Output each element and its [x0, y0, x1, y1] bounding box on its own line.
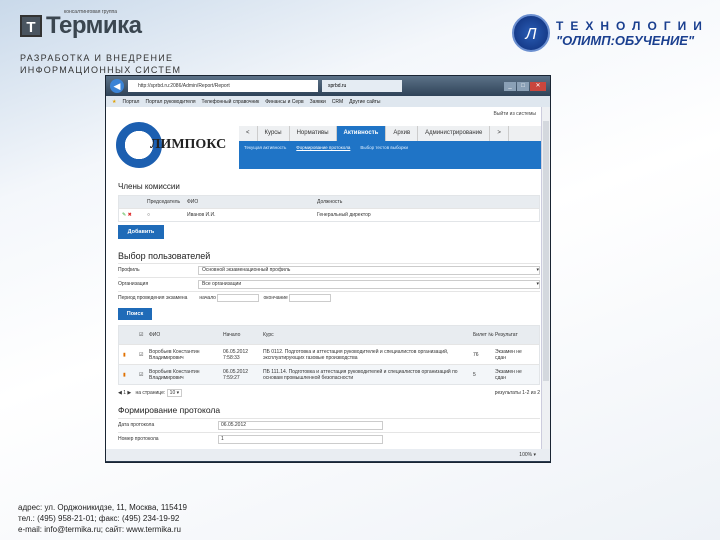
- scrollbar[interactable]: [541, 107, 550, 449]
- row-checkbox[interactable]: ☑: [139, 352, 149, 358]
- protocol-date-input[interactable]: 06.05.2012: [218, 420, 383, 430]
- pager-prev[interactable]: ◀: [118, 390, 122, 396]
- profile-select[interactable]: Основной экзаменационный профиль ▾: [198, 265, 540, 275]
- nav-next[interactable]: >: [490, 126, 509, 141]
- period-end-input[interactable]: [289, 294, 332, 302]
- table-row: ✎ ✖ ○ Иванов И.И. Генеральный директор: [119, 208, 539, 221]
- status-bar: 100% ▾: [106, 449, 550, 461]
- fav-link[interactable]: Телефонный справочник: [202, 99, 260, 105]
- tagline: РАЗРАБОТКА И ВНЕДРЕНИЕ ИНФОРМАЦИОННЫХ СИС…: [20, 53, 182, 75]
- commission-table: Председатель ФИО Должность ✎ ✖ ○ Иванов И.…: [118, 195, 540, 222]
- pager-next[interactable]: ▶: [127, 390, 131, 396]
- subnav-tests[interactable]: Выбор тестов выборки: [360, 145, 408, 165]
- protocol-title: Формирование протокола: [118, 405, 221, 415]
- logout-link[interactable]: Выйти из системы: [493, 111, 536, 117]
- back-button[interactable]: ◀: [110, 79, 124, 93]
- termika-logo: Т Термика консалтинговая группа: [20, 9, 142, 40]
- add-button[interactable]: Добавить: [118, 225, 164, 239]
- fav-link[interactable]: Финансы и Серв: [265, 99, 303, 105]
- delete-icon[interactable]: ✖: [128, 212, 132, 218]
- main-nav: < Курсы Нормативы Активность Архив Админ…: [239, 126, 541, 141]
- chart-icon[interactable]: ▮: [119, 352, 139, 358]
- table-row: ▮ ☑ Воробьев Константин Владимирович 06.05.…: [119, 364, 539, 384]
- favorites-bar: ★ Портал Портал руководителя Телефонный …: [106, 96, 550, 107]
- olimpox-logo: ЛИМПОКС: [116, 122, 226, 168]
- contact-footer: адрес: ул. Орджоникидзе, 11, Москва, 115…: [18, 503, 187, 534]
- select-all-checkbox[interactable]: ☑: [139, 332, 149, 338]
- chairman-radio[interactable]: ○: [147, 212, 187, 218]
- close-button[interactable]: ✕: [530, 81, 546, 91]
- organization-select[interactable]: Все организации ▾: [198, 279, 540, 289]
- tab-archive[interactable]: Архив: [386, 126, 419, 141]
- browser-window: ◀ http://sprbd.ru:2086/Admin/Report/Repo…: [105, 75, 551, 463]
- address-bar[interactable]: http://sprbd.ru:2086/Admin/Report/Report: [128, 80, 318, 92]
- tab-admin[interactable]: Администрирование: [418, 126, 491, 141]
- chart-icon[interactable]: ▮: [119, 372, 139, 378]
- pager-page[interactable]: 1: [123, 390, 126, 396]
- row-checkbox[interactable]: ☑: [139, 372, 149, 378]
- subnav-protocol[interactable]: Формирование протокола: [296, 145, 350, 165]
- favorites-star-icon[interactable]: ★: [112, 99, 116, 105]
- users-title: Выбор пользователей: [118, 251, 211, 261]
- per-page-select[interactable]: 10 ▾: [166, 388, 183, 397]
- page-content: Выйти из системы ЛИМПОКС < Курсы Нормати…: [106, 107, 550, 449]
- table-row: ▮ ☑ Воробьев Константин Владимирович 06.05.…: [119, 344, 539, 364]
- zoom-level[interactable]: 100%: [519, 452, 532, 458]
- search-button[interactable]: Поиск: [118, 308, 152, 320]
- sub-nav: Текущая активность Формирование протокол…: [239, 141, 541, 169]
- fav-link[interactable]: Заявки: [310, 99, 326, 105]
- browser-titlebar: ◀ http://sprbd.ru:2086/Admin/Report/Repo…: [106, 76, 550, 96]
- maximize-button[interactable]: □: [517, 81, 529, 91]
- fav-link[interactable]: Другие сайты: [349, 99, 380, 105]
- nav-prev[interactable]: <: [239, 126, 258, 141]
- fav-link[interactable]: Портал: [122, 99, 139, 105]
- protocol-number-input[interactable]: 1: [218, 434, 383, 444]
- commission-title: Члены комиссии: [118, 182, 180, 191]
- fav-link[interactable]: Портал руководителя: [145, 99, 195, 105]
- tab-courses[interactable]: Курсы: [258, 126, 290, 141]
- subnav-current[interactable]: Текущая активность: [244, 145, 286, 165]
- olimp-logo: Л ТЕХНОЛОГИИ "ОЛИМП:ОБУЧЕНИЕ": [512, 14, 709, 52]
- fav-link[interactable]: CRM: [332, 99, 343, 105]
- period-start-input[interactable]: [217, 294, 260, 302]
- edit-icon[interactable]: ✎: [122, 212, 126, 218]
- tab-norms[interactable]: Нормативы: [290, 126, 337, 141]
- minimize-button[interactable]: _: [504, 81, 516, 91]
- results-table: ☑ ФИО Начало Курс Билет № Результат ▮ ☑ Воробье…: [118, 325, 540, 385]
- olimp-emblem-icon: Л: [512, 14, 550, 52]
- browser-tab[interactable]: sprbd.ru: [322, 80, 402, 92]
- tab-activity[interactable]: Активность: [336, 126, 387, 141]
